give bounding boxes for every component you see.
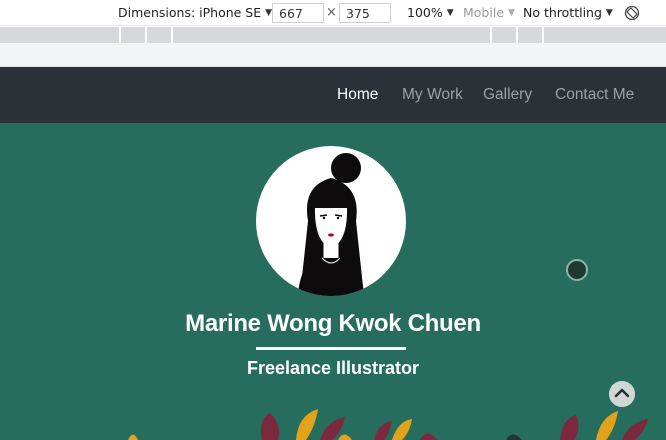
rotate-icon[interactable]: [624, 5, 640, 21]
nav-link-gallery[interactable]: Gallery: [483, 86, 532, 104]
media-query-marker: [171, 27, 173, 43]
device-type-label: Mobile: [463, 5, 505, 20]
avatar: [256, 146, 406, 296]
title-divider: [256, 347, 406, 350]
nav-link-contact-me[interactable]: Contact Me: [555, 86, 634, 104]
caret-down-icon: ▼: [446, 7, 454, 18]
foliage-decoration: [128, 409, 648, 440]
zoom-label: 100%: [407, 5, 443, 20]
portrait-illustration: [298, 153, 364, 296]
page-subtitle: Freelance Illustrator: [246, 358, 420, 378]
zoom-dropdown[interactable]: 100% ▼: [407, 5, 454, 20]
throttling-label: No throttling: [523, 5, 602, 20]
device-type-dropdown[interactable]: Mobile ▼: [463, 5, 515, 20]
page-title: Marine Wong Kwok Chuen: [185, 310, 481, 337]
device-dimensions-label: Dimensions: iPhone SE: [118, 5, 262, 20]
devtools-device-toolbar: Dimensions: iPhone SE ▼ × 100% ▼ Mobile …: [0, 0, 666, 26]
height-input[interactable]: [339, 3, 391, 23]
width-input[interactable]: [272, 3, 324, 23]
caret-down-icon: ▼: [508, 7, 515, 18]
nav-link-home[interactable]: Home: [337, 86, 378, 104]
media-query-marker: [490, 27, 492, 43]
media-query-bar[interactable]: [0, 27, 666, 43]
media-query-marker: [119, 27, 121, 43]
nav-link-my-work[interactable]: My Work: [402, 86, 463, 104]
caret-down-icon: ▼: [605, 7, 613, 18]
cursor-indicator: [566, 259, 588, 281]
media-query-marker: [145, 27, 147, 43]
dimensions-separator: ×: [326, 5, 337, 20]
site-navbar: Home My Work Gallery Contact Me: [0, 67, 666, 123]
hero-section: Marine Wong Kwok Chuen Freelance Illustr…: [0, 123, 666, 440]
media-query-marker: [542, 27, 544, 43]
device-ruler-strip: [0, 43, 666, 67]
media-query-marker: [516, 27, 518, 43]
device-dimensions-dropdown[interactable]: Dimensions: iPhone SE ▼: [118, 5, 272, 20]
throttling-dropdown[interactable]: No throttling ▼: [523, 5, 613, 20]
